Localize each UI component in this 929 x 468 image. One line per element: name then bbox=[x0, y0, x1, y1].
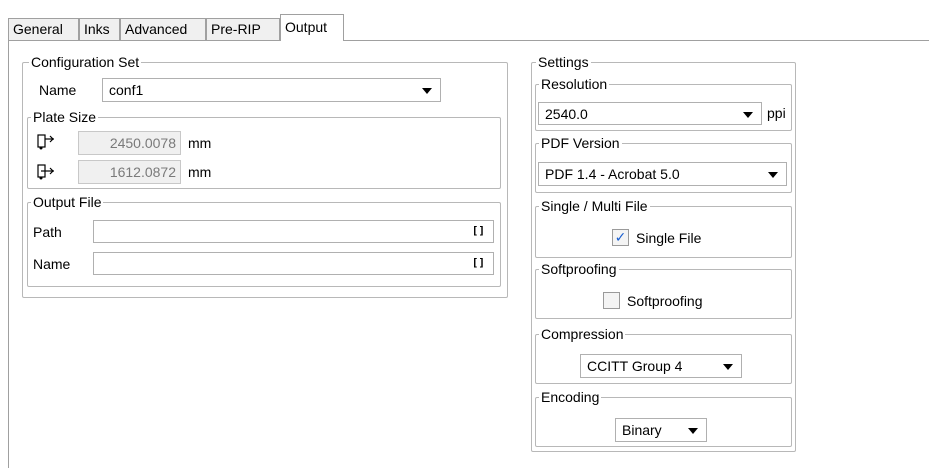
output-name-label: Name bbox=[33, 256, 71, 272]
compression-title: Compression bbox=[539, 326, 626, 342]
config-name-value: conf1 bbox=[109, 82, 144, 98]
encoding-select[interactable]: Binary bbox=[615, 418, 707, 442]
output-file-title: Output File bbox=[31, 194, 104, 210]
softproofing-checkbox[interactable] bbox=[603, 292, 620, 309]
config-name-label: Name bbox=[39, 82, 77, 98]
plate-size-title: Plate Size bbox=[31, 109, 99, 125]
plate-height-unit: mm bbox=[188, 164, 212, 180]
output-path-input[interactable]: [] bbox=[93, 220, 494, 243]
chevron-down-icon bbox=[422, 88, 432, 94]
resolution-select[interactable]: 2540.0 bbox=[538, 102, 762, 125]
resolution-value: 2540.0 bbox=[545, 106, 588, 122]
plate-width-field: 2450.0078 bbox=[78, 131, 181, 155]
pdf-version-value: PDF 1.4 - Acrobat 5.0 bbox=[545, 166, 680, 182]
tab-output[interactable]: Output bbox=[280, 14, 344, 41]
output-path-label: Path bbox=[33, 224, 62, 240]
compression-value: CCITT Group 4 bbox=[587, 358, 683, 374]
browse-name-icon[interactable]: [] bbox=[472, 256, 485, 270]
tab-advanced[interactable]: Advanced bbox=[120, 18, 206, 40]
softproofing-label[interactable]: Softproofing bbox=[627, 292, 703, 310]
tab-pre-rip[interactable]: Pre-RIP bbox=[206, 18, 280, 40]
pdf-version-title: PDF Version bbox=[539, 135, 622, 151]
softproofing-title: Softproofing bbox=[539, 261, 619, 277]
encoding-value: Binary bbox=[622, 422, 662, 438]
settings-title: Settings bbox=[536, 54, 591, 70]
pdf-version-select[interactable]: PDF 1.4 - Acrobat 5.0 bbox=[538, 162, 787, 186]
configuration-set-title: Configuration Set bbox=[29, 54, 142, 70]
browse-path-icon[interactable]: [] bbox=[472, 224, 485, 238]
config-name-select[interactable]: conf1 bbox=[102, 78, 441, 102]
chevron-down-icon bbox=[723, 364, 733, 370]
plate-width-icon bbox=[37, 134, 54, 150]
compression-select[interactable]: CCITT Group 4 bbox=[580, 354, 742, 378]
chevron-down-icon bbox=[768, 172, 778, 178]
resolution-unit: ppi bbox=[767, 105, 786, 121]
single-file-label[interactable]: Single File bbox=[636, 229, 701, 247]
plate-height-field: 1612.0872 bbox=[78, 160, 181, 184]
tab-general[interactable]: General bbox=[8, 18, 79, 40]
encoding-title: Encoding bbox=[539, 389, 602, 405]
single-multi-title: Single / Multi File bbox=[539, 198, 650, 214]
single-file-checkbox[interactable]: ✓ bbox=[612, 229, 629, 246]
chevron-down-icon bbox=[688, 428, 698, 434]
tab-inks[interactable]: Inks bbox=[79, 18, 120, 40]
plate-width-unit: mm bbox=[188, 135, 212, 151]
plate-height-icon bbox=[37, 164, 54, 180]
chevron-down-icon bbox=[743, 112, 753, 118]
output-name-input[interactable]: [] bbox=[93, 252, 494, 275]
resolution-title: Resolution bbox=[539, 76, 610, 92]
